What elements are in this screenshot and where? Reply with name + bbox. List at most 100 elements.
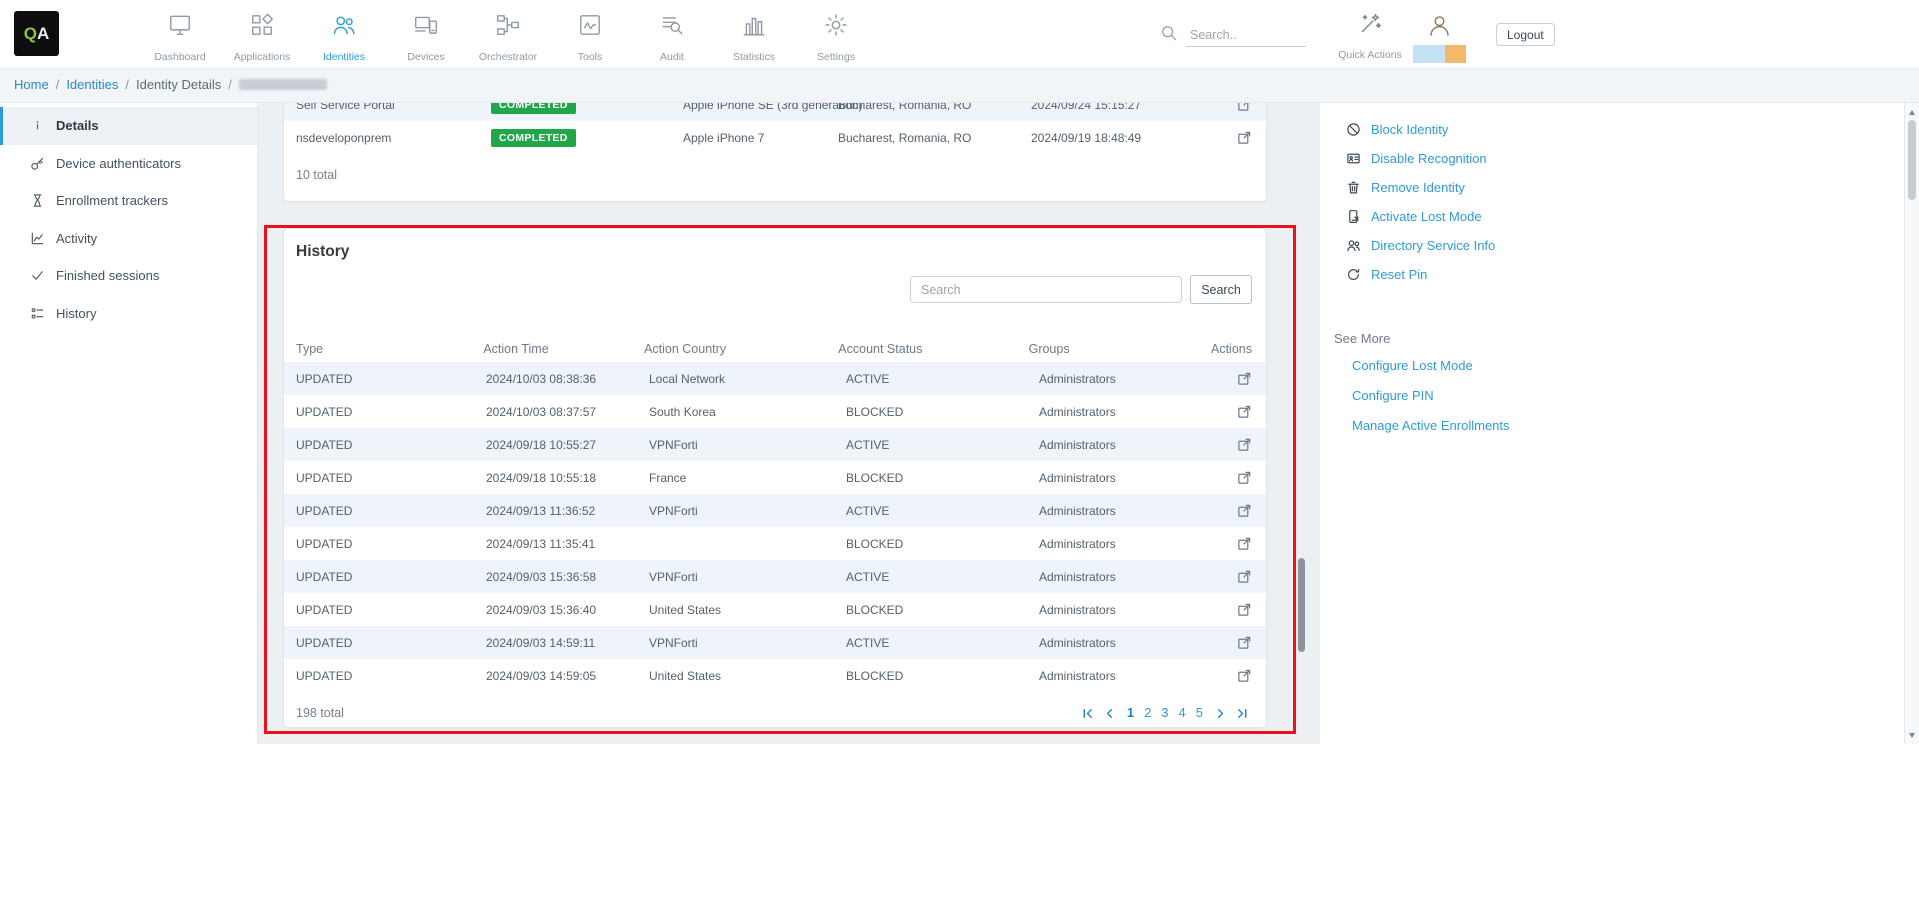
reset-pin-icon — [1346, 267, 1361, 282]
scroll-up-arrow[interactable] — [1905, 105, 1919, 119]
nav-item-dashboard[interactable]: Dashboard — [139, 0, 221, 63]
content-scrollbar-thumb[interactable] — [1298, 558, 1305, 652]
identities-icon — [331, 12, 357, 43]
orchestrator-icon — [495, 12, 521, 43]
sessions-card: Self Service Portal COMPLETED Apple iPho… — [283, 103, 1267, 202]
logo-letter-q: Q — [24, 24, 37, 44]
nav-item-audit[interactable]: Audit — [631, 0, 713, 63]
action-label: Disable Recognition — [1371, 151, 1487, 166]
nav-item-devices[interactable]: Devices — [385, 0, 467, 63]
avatar-icon[interactable] — [1426, 12, 1453, 44]
history-search-button[interactable]: Search — [1190, 275, 1252, 304]
sidebar-item-device-authenticators[interactable]: Device authenticators — [0, 145, 257, 183]
open-details-button[interactable] — [1237, 569, 1252, 584]
page-number[interactable]: 3 — [1156, 705, 1173, 720]
block-icon — [1346, 122, 1361, 137]
page-body: Details Device authenticators Enrollment… — [0, 103, 1919, 744]
breadcrumb-identities[interactable]: Identities — [66, 77, 118, 92]
sidebar-item-label: Finished sessions — [56, 268, 159, 283]
session-device: Apple iPhone SE (3rd generation) — [683, 103, 838, 112]
page-number[interactable]: 5 — [1191, 705, 1208, 720]
tools-icon — [577, 12, 603, 43]
breadcrumb-home[interactable]: Home — [14, 77, 49, 92]
prev-page-button[interactable] — [1100, 707, 1119, 720]
action-reset-pin[interactable]: Reset Pin — [1346, 260, 1904, 289]
cell-type: UPDATED — [296, 570, 486, 584]
action-block-identity[interactable]: Block Identity — [1346, 115, 1904, 144]
app-logo[interactable]: Q A — [14, 11, 59, 56]
session-name: nsdeveloponprem — [296, 131, 491, 145]
nav-item-tools[interactable]: Tools — [549, 0, 631, 63]
action-activate-lost-mode[interactable]: Activate Lost Mode — [1346, 202, 1904, 231]
open-details-button[interactable] — [1237, 437, 1252, 452]
link-configure-pin[interactable]: Configure PIN — [1352, 380, 1510, 410]
cell-groups: Administrators — [1039, 636, 1224, 650]
open-details-button[interactable] — [1237, 371, 1252, 386]
sidebar-item-details[interactable]: Details — [0, 107, 257, 145]
nav-item-applications[interactable]: Applications — [221, 0, 303, 63]
session-time: 2024/09/24 15:15:27 — [1031, 103, 1236, 112]
page-number[interactable]: 4 — [1174, 705, 1191, 720]
cell-actions — [1224, 437, 1252, 452]
open-details-button[interactable] — [1237, 404, 1252, 419]
history-search-input[interactable] — [910, 276, 1182, 303]
open-details-button[interactable] — [1237, 635, 1252, 650]
table-row: UPDATED 2024/09/13 11:36:52 VPNForti ACT… — [284, 494, 1266, 527]
breadcrumb-separator: / — [228, 77, 232, 92]
search-icon — [1160, 24, 1178, 47]
next-page-button[interactable] — [1211, 707, 1230, 720]
cell-actions — [1224, 470, 1252, 485]
cell-action-country: United States — [649, 603, 846, 617]
page-number[interactable]: 1 — [1122, 705, 1139, 720]
last-page-button[interactable] — [1233, 707, 1252, 720]
nav-item-statistics[interactable]: Statistics — [713, 0, 795, 63]
link-manage-active-enrollments[interactable]: Manage Active Enrollments — [1352, 410, 1510, 440]
action-directory-service-info[interactable]: Directory Service Info — [1346, 231, 1904, 260]
open-details-button[interactable] — [1237, 103, 1252, 112]
trash-icon — [1346, 180, 1361, 195]
sidebar-item-finished-sessions[interactable]: Finished sessions — [0, 257, 257, 295]
sidebar-item-history[interactable]: History — [0, 295, 257, 333]
cell-actions — [1224, 668, 1252, 683]
nav-item-orchestrator[interactable]: Orchestrator — [467, 0, 549, 63]
nav-item-settings[interactable]: Settings — [795, 0, 877, 63]
cell-groups: Administrators — [1039, 570, 1224, 584]
nav-item-identities[interactable]: Identities — [303, 0, 385, 63]
column-header-action-time: Action Time — [483, 342, 644, 356]
cell-action-time: 2024/09/03 14:59:11 — [486, 636, 649, 650]
first-page-button[interactable] — [1078, 707, 1097, 720]
open-details-button[interactable] — [1237, 668, 1252, 683]
window-scrollbar-thumb[interactable] — [1908, 120, 1916, 200]
session-actions-cell — [1236, 130, 1252, 145]
search-input[interactable] — [1186, 26, 1306, 47]
cell-account-status: BLOCKED — [846, 537, 1039, 551]
cell-account-status: ACTIVE — [846, 504, 1039, 518]
open-details-button[interactable] — [1237, 130, 1252, 145]
scroll-down-arrow[interactable] — [1905, 728, 1919, 742]
sidebar-item-activity[interactable]: Activity — [0, 220, 257, 258]
history-table-body: UPDATED 2024/10/03 08:38:36 Local Networ… — [284, 362, 1266, 692]
action-disable-recognition[interactable]: Disable Recognition — [1346, 144, 1904, 173]
open-details-button[interactable] — [1237, 602, 1252, 617]
redaction-blue-block — [1413, 45, 1445, 63]
cell-action-time: 2024/09/03 15:36:58 — [486, 570, 649, 584]
cell-account-status: ACTIVE — [846, 636, 1039, 650]
action-remove-identity[interactable]: Remove Identity — [1346, 173, 1904, 202]
quick-actions-button[interactable]: Quick Actions — [1342, 12, 1398, 61]
cell-action-time: 2024/09/18 10:55:27 — [486, 438, 649, 452]
open-details-button[interactable] — [1237, 470, 1252, 485]
history-card: History Search Type Action Time Action C… — [283, 228, 1267, 728]
applications-icon — [249, 12, 275, 43]
open-details-button[interactable] — [1237, 536, 1252, 551]
cell-action-country: United States — [649, 669, 846, 683]
link-configure-lost-mode[interactable]: Configure Lost Mode — [1352, 350, 1510, 380]
table-row: UPDATED 2024/09/18 10:55:27 VPNForti ACT… — [284, 428, 1266, 461]
info-icon — [30, 118, 45, 133]
open-details-button[interactable] — [1237, 503, 1252, 518]
logout-button[interactable]: Logout — [1496, 23, 1555, 46]
page-number[interactable]: 2 — [1139, 705, 1156, 720]
sidebar-item-enrollment-trackers[interactable]: Enrollment trackers — [0, 182, 257, 220]
breadcrumb-separator: / — [56, 77, 60, 92]
window-scrollbar[interactable] — [1904, 103, 1919, 744]
cell-groups: Administrators — [1039, 438, 1224, 452]
